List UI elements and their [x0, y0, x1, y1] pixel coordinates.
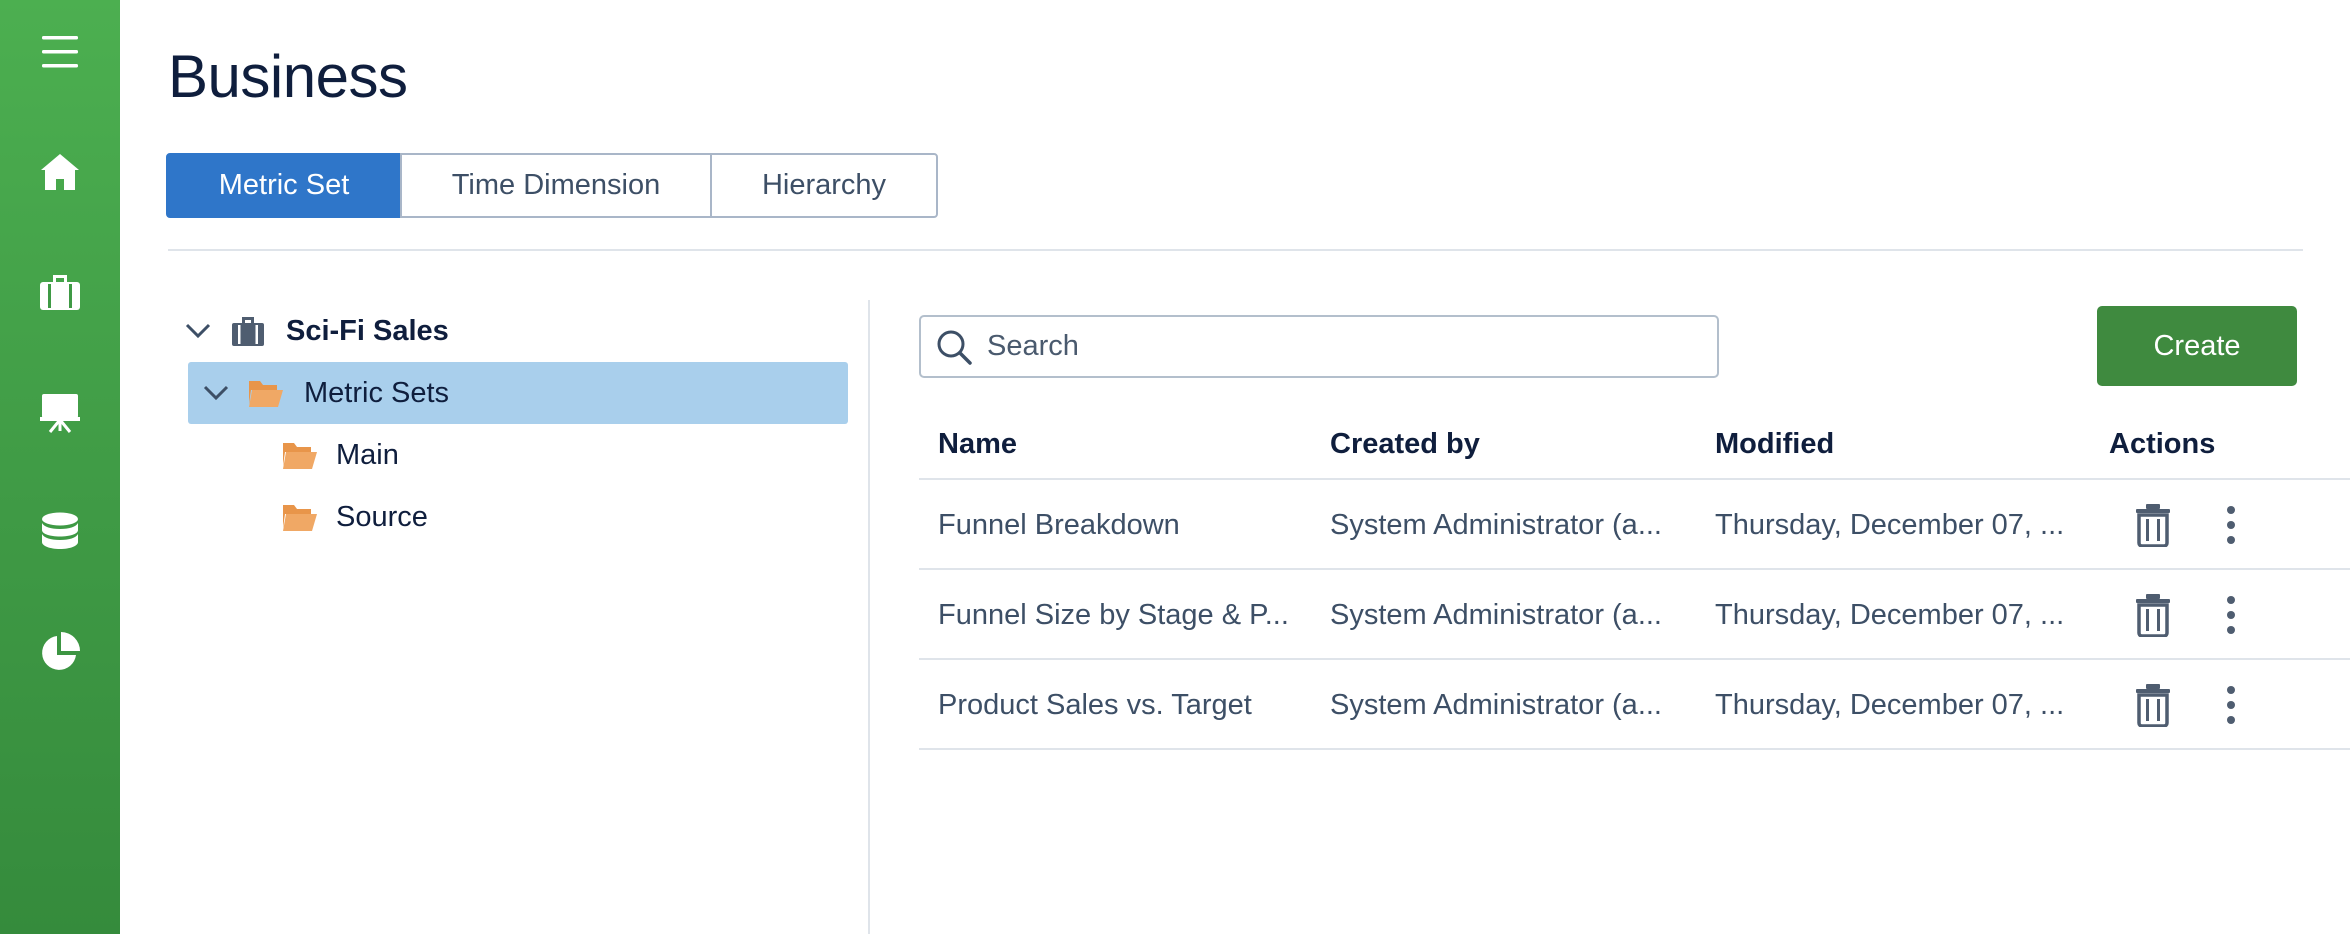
page-title: Business [168, 43, 408, 110]
tree-item-label: Main [336, 438, 399, 471]
cell-modified: Thursday, December 07, ... [1715, 508, 2065, 541]
column-header-actions: Actions [2109, 427, 2216, 460]
cell-modified: Thursday, December 07, ... [1715, 598, 2065, 631]
search-box [919, 315, 1719, 378]
cell-created-by: System Administrator (a... [1330, 508, 1662, 541]
menu-button[interactable] [0, 7, 120, 97]
delete-button[interactable] [2123, 480, 2183, 570]
trash-icon [2136, 684, 2170, 727]
table-header: Name Created by Modified Actions [919, 408, 2350, 480]
delete-button[interactable] [2123, 570, 2183, 660]
menu-icon [42, 36, 78, 68]
cell-name[interactable]: Funnel Breakdown [938, 480, 1180, 570]
folder-open-icon [240, 378, 292, 408]
database-icon [42, 512, 78, 549]
sidebar-item-database[interactable] [0, 487, 120, 577]
folder-open-icon [278, 440, 322, 470]
presentation-icon [40, 394, 80, 433]
tab-hierarchy[interactable]: Hierarchy [710, 153, 938, 218]
folder-open-icon [278, 502, 322, 532]
cell-modified: Thursday, December 07, ... [1715, 688, 2065, 721]
more-options-button[interactable] [2211, 480, 2251, 570]
search-icon [921, 328, 987, 366]
cell-created-by: System Administrator (a... [1330, 688, 1662, 721]
table-row[interactable]: Funnel Size by Stage & P... System Admin… [919, 570, 2350, 660]
trash-icon [2136, 594, 2170, 637]
search-input[interactable] [987, 330, 1687, 363]
cell-name[interactable]: Product Sales vs. Target [938, 660, 1252, 750]
tree-item-label: Source [336, 500, 428, 533]
column-header-name[interactable]: Name [938, 408, 1017, 480]
home-icon [41, 154, 79, 190]
table-row[interactable]: Product Sales vs. Target System Administ… [919, 660, 2350, 750]
tab-bar: Metric Set Time Dimension Hierarchy [166, 153, 938, 218]
tree-item-label: Metric Sets [304, 376, 450, 409]
column-header-created-by[interactable]: Created by [1330, 408, 1480, 480]
table-row[interactable]: Funnel Breakdown System Administrator (a… [919, 480, 2350, 570]
chevron-down-icon[interactable] [178, 323, 218, 339]
delete-button[interactable] [2123, 660, 2183, 750]
tree-item-main[interactable]: Main [278, 424, 848, 486]
sidebar-item-reports[interactable] [0, 607, 120, 697]
sidebar-item-presentation[interactable] [0, 367, 120, 457]
trash-icon [2136, 504, 2170, 547]
more-options-button[interactable] [2211, 570, 2251, 660]
pie-chart-icon [42, 632, 80, 670]
chevron-down-icon[interactable] [196, 385, 236, 401]
more-vertical-icon [2227, 686, 2235, 724]
more-vertical-icon [2227, 506, 2235, 544]
panel-divider [868, 300, 870, 934]
header-divider [168, 249, 2303, 251]
column-header-modified[interactable]: Modified [1715, 408, 1834, 480]
briefcase-icon [222, 315, 274, 347]
tab-metric-set[interactable]: Metric Set [166, 153, 402, 218]
sidebar-item-briefcase[interactable] [0, 247, 120, 337]
create-button[interactable]: Create [2097, 306, 2297, 386]
tree-item-label: Sci-Fi Sales [286, 314, 449, 347]
more-options-button[interactable] [2211, 660, 2251, 750]
tree-item-sci-fi-sales[interactable]: Sci-Fi Sales [178, 300, 848, 362]
tab-time-dimension[interactable]: Time Dimension [400, 153, 712, 218]
cell-created-by: System Administrator (a... [1330, 598, 1662, 631]
cell-name[interactable]: Funnel Size by Stage & P... [938, 570, 1289, 660]
sidebar-item-home[interactable] [0, 127, 120, 217]
tree-item-source[interactable]: Source [278, 486, 848, 548]
briefcase-icon [40, 275, 80, 310]
more-vertical-icon [2227, 596, 2235, 634]
sidebar [0, 0, 120, 934]
tree-item-metric-sets[interactable]: Metric Sets [188, 362, 848, 424]
